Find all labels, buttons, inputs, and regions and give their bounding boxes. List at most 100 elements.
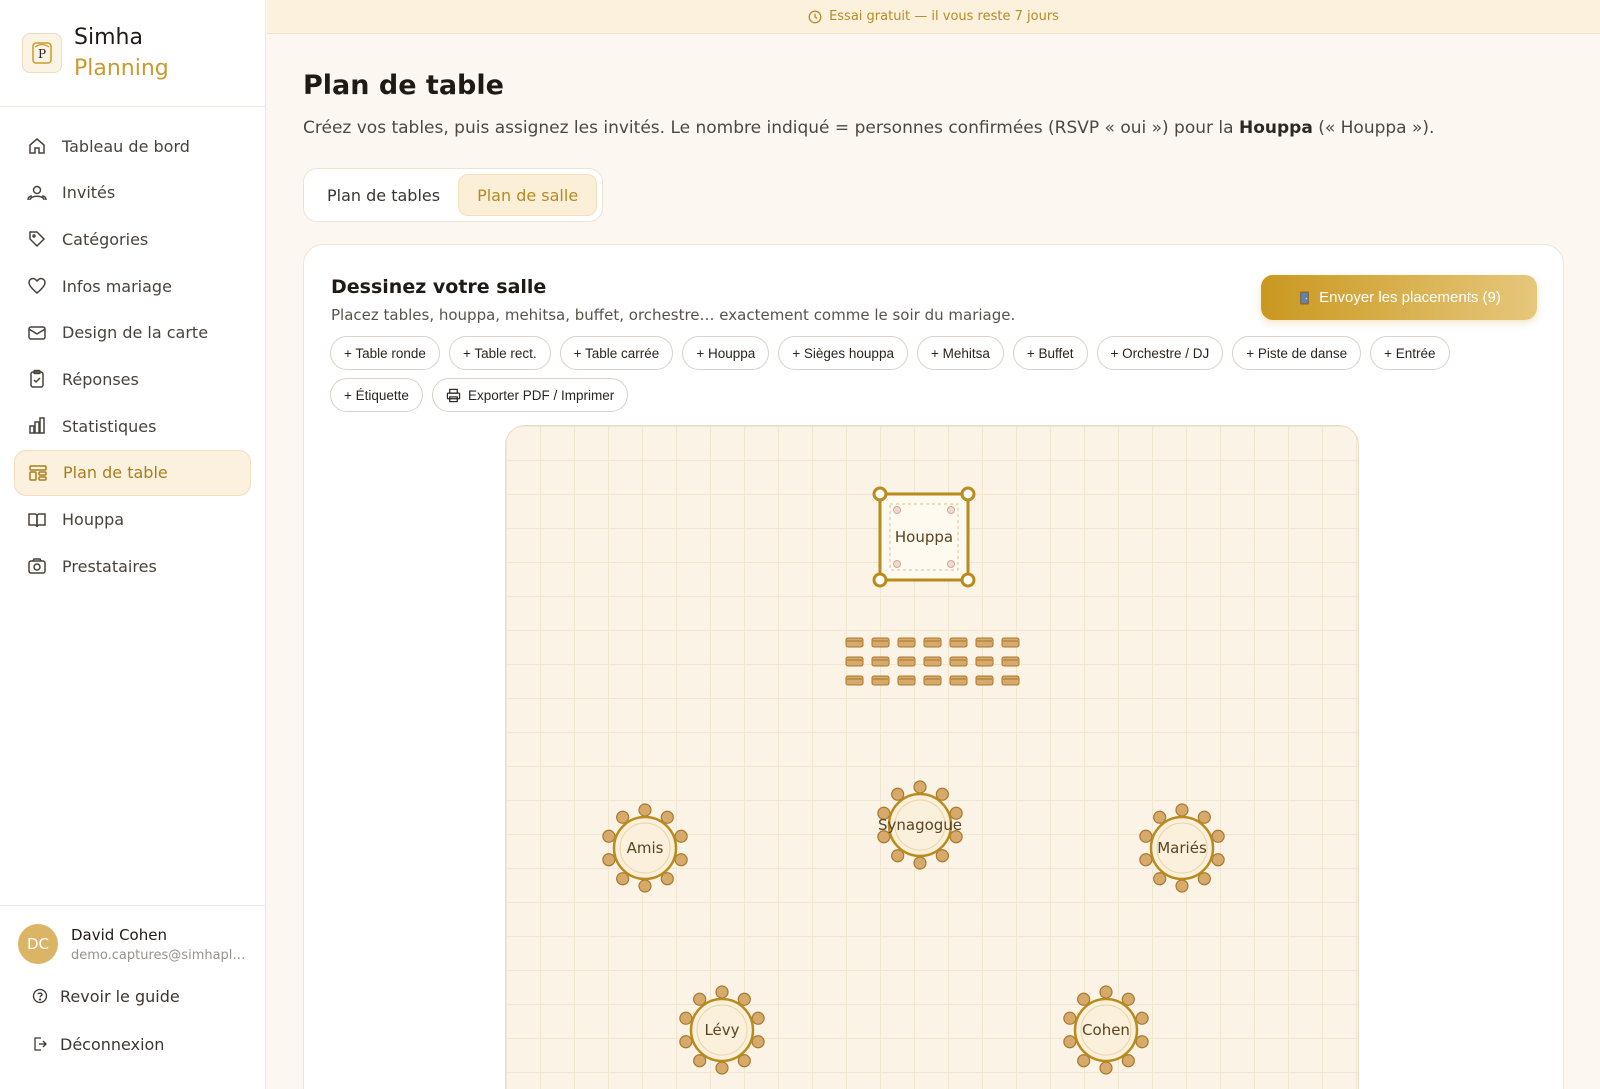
add-element-button[interactable]: + Entrée [1370, 336, 1450, 370]
avatar: DC [18, 924, 58, 964]
send-placements-label: Envoyer les placements (9) [1319, 289, 1501, 306]
tab-room-plan[interactable]: Plan de salle [458, 174, 598, 216]
clipboard-icon [26, 368, 48, 390]
table-seat[interactable] [1099, 1061, 1113, 1075]
flower-icon [893, 506, 901, 514]
houppa-seat[interactable] [1001, 675, 1020, 686]
sidebar-item-guests[interactable]: Invités [14, 170, 251, 216]
table-seat[interactable] [913, 856, 927, 870]
send-placements-button[interactable]: Envoyer les placements (9) [1261, 275, 1537, 320]
floor-plan-canvas[interactable]: Houppa Amis Synagogue Mariés Lévy Cohen [505, 425, 1359, 1089]
houppa-seat[interactable] [949, 675, 968, 686]
table-seat[interactable] [674, 853, 688, 867]
add-element-button[interactable]: + Table carrée [559, 336, 674, 370]
table-seat[interactable] [1099, 985, 1113, 999]
sidebar-item-dashboard[interactable]: Tableau de bord [14, 123, 251, 169]
table-seat[interactable] [638, 803, 652, 817]
sidebar-item-responses[interactable]: Réponses [14, 356, 251, 402]
table-seat[interactable] [913, 780, 927, 794]
logout-link[interactable]: Déconnexion [0, 1020, 266, 1068]
houppa-seat[interactable] [949, 637, 968, 648]
table-seat[interactable] [1063, 1035, 1077, 1049]
sidebar-item-categories[interactable]: Catégories [14, 216, 251, 262]
table-seat[interactable] [715, 1061, 729, 1075]
table-seat[interactable] [1135, 1035, 1149, 1049]
brand[interactable]: P Simha Planning [0, 0, 265, 107]
sidebar-item-wedding-info[interactable]: Infos mariage [14, 263, 251, 309]
table-seat[interactable] [751, 1011, 765, 1025]
houppa-seat[interactable] [897, 675, 916, 686]
houppa-seat[interactable] [845, 637, 864, 648]
table-seat[interactable] [1139, 829, 1153, 843]
add-element-button[interactable]: + Sièges houppa [778, 336, 908, 370]
houppa-seat[interactable] [923, 656, 942, 667]
table-seat[interactable] [1211, 853, 1225, 867]
sidebar-item-label: Tableau de bord [62, 136, 190, 156]
add-element-button[interactable]: + Table rect. [448, 336, 551, 370]
sidebar-item-statistics[interactable]: Statistiques [14, 403, 251, 449]
add-element-button[interactable]: + Mehitsa [916, 336, 1004, 370]
table-seat[interactable] [1135, 1011, 1149, 1025]
houppa-seat[interactable] [923, 675, 942, 686]
table-label: Amis [626, 839, 664, 857]
add-element-button[interactable]: + Piste de danse [1232, 336, 1362, 370]
table-seat[interactable] [674, 829, 688, 843]
sidebar-item-vendors[interactable]: Prestataires [14, 543, 251, 589]
houppa-seat[interactable] [949, 656, 968, 667]
tab-table-plan[interactable]: Plan de tables [309, 174, 458, 216]
brand-subname: Planning [74, 56, 169, 81]
table-seat[interactable] [602, 853, 616, 867]
houppa-seat[interactable] [923, 637, 942, 648]
printer-icon [446, 388, 461, 403]
trial-text: Essai gratuit — il vous reste 7 jours [829, 9, 1059, 24]
table-seat[interactable] [679, 1011, 693, 1025]
table-seat[interactable] [1175, 803, 1189, 817]
user-email: demo.captures@simhaplanning.com [71, 947, 251, 963]
houppa-seat[interactable] [1001, 656, 1020, 667]
sidebar-item-label: Design de la carte [62, 323, 209, 343]
houppa-seat[interactable] [1001, 637, 1020, 648]
sidebar-item-card-design[interactable]: Design de la carte [14, 310, 251, 356]
houppa-seat[interactable] [871, 675, 890, 686]
table-seat[interactable] [1063, 1011, 1077, 1025]
houppa-seat[interactable] [897, 637, 916, 648]
houppa-seat[interactable] [897, 656, 916, 667]
user-name: David Cohen [71, 925, 167, 944]
houppa-seat[interactable] [975, 637, 994, 648]
add-label-button[interactable]: + Étiquette [330, 378, 423, 412]
add-element-button[interactable]: + Table ronde [330, 336, 440, 370]
users-icon [26, 182, 48, 204]
toolbar-row: + Table ronde + Table rect. + Table carrée… [330, 336, 1510, 370]
table-seat[interactable] [1175, 879, 1189, 893]
add-element-button[interactable]: + Buffet [1012, 336, 1088, 370]
add-element-button[interactable]: + Houppa [682, 336, 770, 370]
card-title: Dessinez votre salle [331, 276, 547, 298]
table-seat[interactable] [679, 1035, 693, 1049]
table-label: Lévy [704, 1021, 740, 1039]
card-subtitle: Placez tables, houppa, mehitsa, buffet, … [331, 306, 1016, 324]
sidebar-item-houppa[interactable]: Houppa [14, 497, 251, 543]
sidebar-item-seating-plan[interactable]: Plan de table [14, 449, 251, 496]
clock-icon [808, 10, 822, 24]
houppa-seat[interactable] [871, 656, 890, 667]
export-pdf-button[interactable]: Exporter PDF / Imprimer [431, 378, 629, 412]
table-seat[interactable] [751, 1035, 765, 1049]
table-seat[interactable] [602, 829, 616, 843]
houppa-seat[interactable] [975, 675, 994, 686]
table-seat[interactable] [715, 985, 729, 999]
subtitle-text: Créez vos tables, puis assignez les invi… [303, 118, 1239, 138]
houppa-seat[interactable] [975, 656, 994, 667]
table-seat[interactable] [638, 879, 652, 893]
guide-link[interactable]: Revoir le guide [0, 972, 266, 1020]
houppa-seat[interactable] [845, 675, 864, 686]
logout-icon [32, 1036, 50, 1052]
houppa-seat[interactable] [871, 637, 890, 648]
user-profile[interactable]: DC David Cohen demo.captures@simhaplanni… [0, 924, 266, 964]
flower-icon [947, 506, 955, 514]
houppa-seat[interactable] [845, 656, 864, 667]
page-subtitle: Créez vos tables, puis assignez les invi… [303, 118, 1434, 138]
add-element-button[interactable]: + Orchestre / DJ [1096, 336, 1224, 370]
layout-icon [27, 462, 49, 484]
table-seat[interactable] [1139, 853, 1153, 867]
table-seat[interactable] [1211, 829, 1225, 843]
